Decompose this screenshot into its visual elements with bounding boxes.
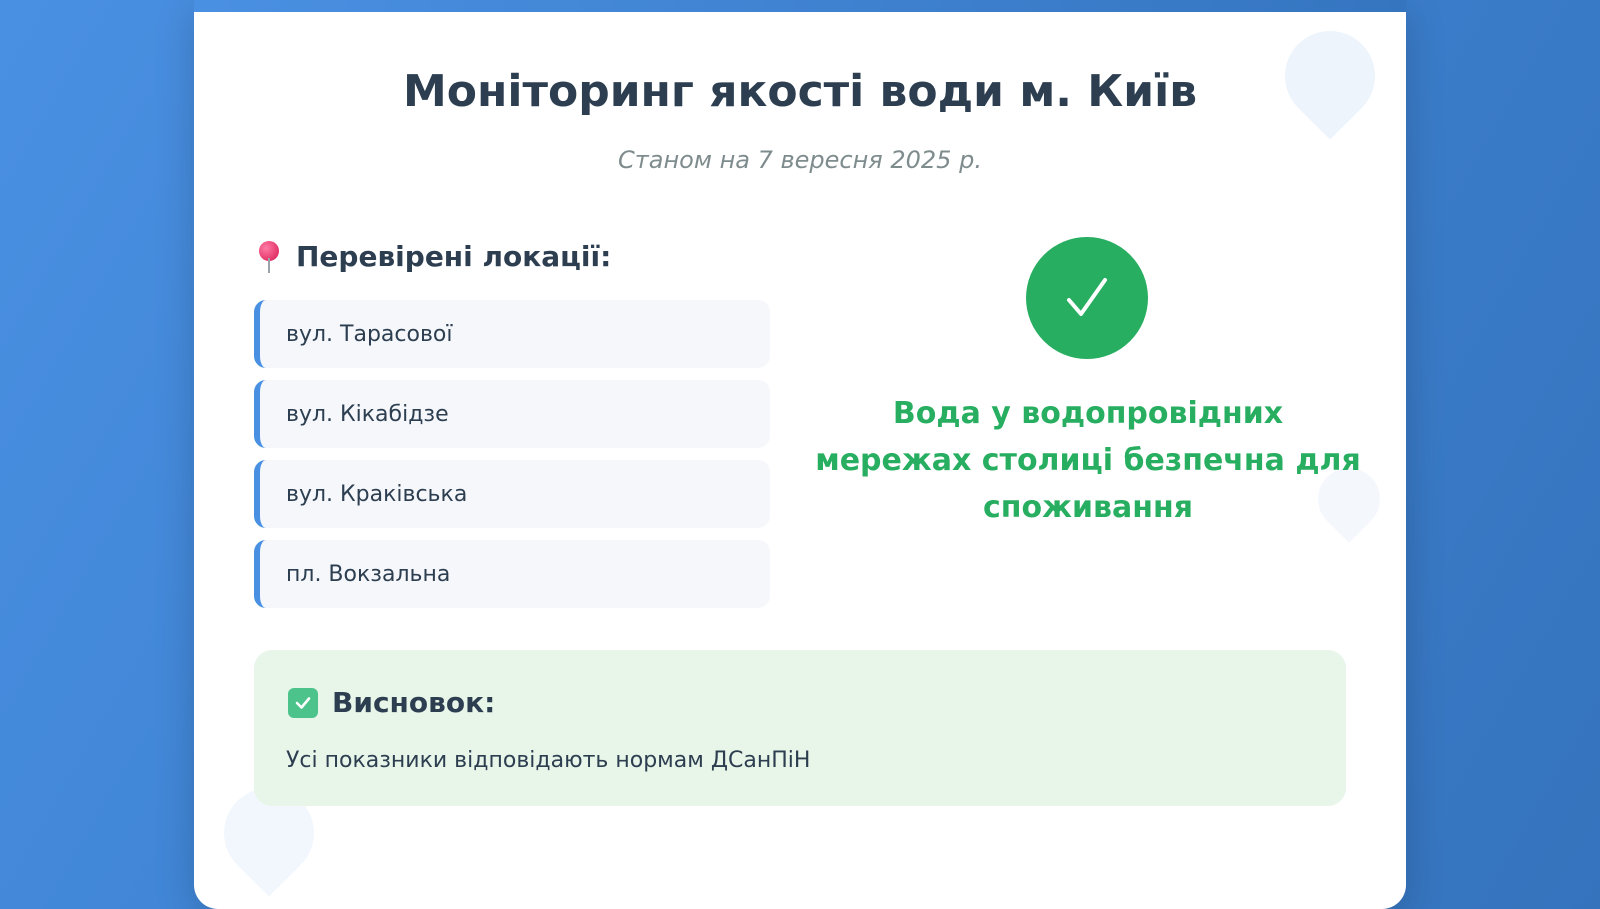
location-item: вул. Кікабідзе xyxy=(254,380,770,448)
report-card: Моніторинг якості води м. Київ Станом на… xyxy=(194,0,1406,909)
location-item: пл. Вокзальна xyxy=(254,540,770,608)
conclusion-heading-label: Висновок: xyxy=(332,686,496,719)
checkmark-icon xyxy=(1067,278,1107,316)
status-circle xyxy=(1026,237,1148,359)
location-item: вул. Тарасової xyxy=(254,300,770,368)
location-item: вул. Краківська xyxy=(254,460,770,528)
pin-icon xyxy=(256,240,282,273)
page-title: Моніторинг якості води м. Київ xyxy=(402,66,1198,117)
conclusion-panel: Висновок: Усі показники відповідають нор… xyxy=(254,650,1346,806)
conclusion-text: Усі показники відповідають нормам ДСанПі… xyxy=(286,748,811,773)
locations-heading-label: Перевірені локації: xyxy=(296,240,612,273)
status-message: Вода у водопровідних мережах столиці без… xyxy=(815,396,1361,525)
locations-list: вул. Тарасової вул. Кікабідзе вул. Кракі… xyxy=(254,300,770,620)
conclusion-heading: Висновок: xyxy=(288,686,495,719)
locations-heading: Перевірені локації: xyxy=(256,240,611,273)
check-box-icon xyxy=(288,687,318,718)
page-subtitle: Станом на 7 вересня 2025 р. xyxy=(618,146,982,174)
